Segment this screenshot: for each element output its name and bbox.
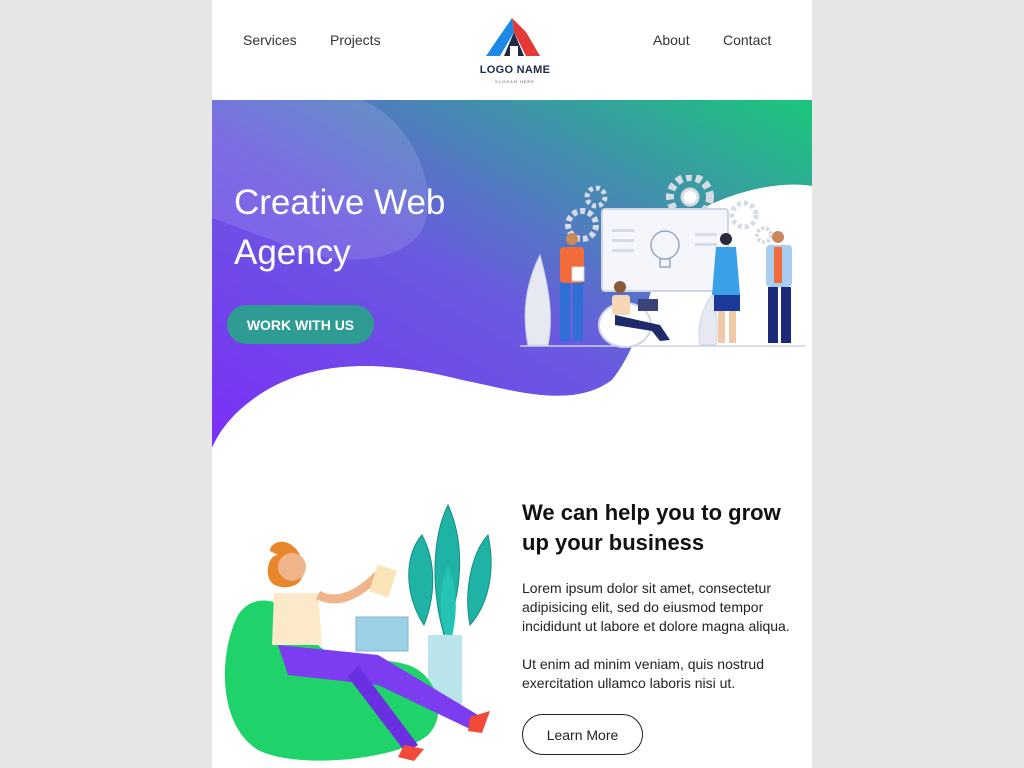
work-with-us-button[interactable]: WORK WITH US	[227, 305, 374, 344]
nav-link-about[interactable]: About	[653, 32, 690, 48]
nav-link-contact[interactable]: Contact	[723, 32, 771, 48]
email-page: Services Projects LOGO NAME SLOGAN HERE …	[212, 0, 812, 768]
header: Services Projects LOGO NAME SLOGAN HERE …	[212, 0, 812, 100]
nav-link-projects[interactable]: Projects	[330, 32, 381, 48]
learn-more-button[interactable]: Learn More	[522, 714, 643, 755]
team-brainstorm-illustration	[520, 175, 805, 348]
section-paragraph-1: Lorem ipsum dolor sit amet, consectetur …	[522, 580, 790, 634]
section-paragraph-2: Ut enim ad minim veniam, quis nostrud ex…	[522, 656, 764, 691]
logo-mark-icon	[486, 18, 540, 56]
hero-title: Creative Web Agency	[234, 183, 446, 272]
nav-link-services[interactable]: Services	[243, 32, 297, 48]
logo[interactable]: LOGO NAME SLOGAN HERE	[470, 16, 560, 88]
woman-laptop-illustration	[224, 503, 492, 761]
logo-name: LOGO NAME	[479, 64, 551, 76]
hero-banner: Creative Web Agency WORK WITH US	[212, 100, 812, 450]
section-heading: We can help you to grow up your business	[522, 500, 781, 555]
logo-slogan: SLOGAN HERE	[495, 79, 535, 84]
